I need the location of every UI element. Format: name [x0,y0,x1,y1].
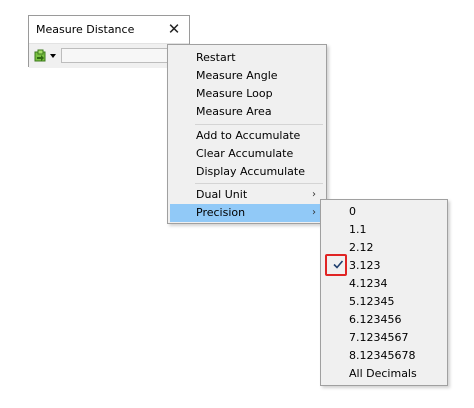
precision-option-label: 0 [349,205,356,218]
selection-highlight-frame [325,254,347,276]
menu-item-label: Precision [196,206,246,219]
precision-submenu: 0 1.1 2.12 3.123 4.1234 5.12345 6.123456… [320,199,448,386]
menu-item-measure-angle[interactable]: Measure Angle [170,67,324,85]
precision-option-8[interactable]: 8.12345678 [323,347,445,365]
menu-item-add-to-accumulate[interactable]: Add to Accumulate [170,127,324,145]
precision-option-label: 5.12345 [349,295,395,308]
precision-option-label: 7.1234567 [349,331,409,344]
precision-option-label: 4.1234 [349,277,388,290]
precision-option-label: All Decimals [349,367,417,380]
precision-option-5[interactable]: 5.12345 [323,293,445,311]
menu-separator [195,183,323,184]
menu-item-label: Dual Unit [196,188,248,201]
menu-item-display-accumulate[interactable]: Display Accumulate [170,163,324,181]
precision-option-7[interactable]: 7.1234567 [323,329,445,347]
precision-option-label: 8.12345678 [349,349,416,362]
menu-item-precision[interactable]: Precision › [170,204,324,222]
menu-item-label: Measure Loop [196,87,273,100]
menu-item-label: Restart [196,51,236,64]
chevron-right-icon: › [312,207,316,218]
precision-option-label: 3.123 [349,259,381,272]
menu-item-dual-unit[interactable]: Dual Unit › [170,186,324,204]
precision-option-all-decimals[interactable]: All Decimals [323,365,445,383]
menu-separator [195,124,323,125]
precision-option-1[interactable]: 1.1 [323,221,445,239]
measure-distance-window: Measure Distance ✕ [28,15,190,68]
close-icon[interactable]: ✕ [165,18,183,40]
chevron-down-icon[interactable] [50,54,56,58]
menu-item-label: Measure Angle [196,69,278,82]
context-menu: Restart Measure Angle Measure Loop Measu… [167,44,327,224]
checkmark-icon [333,260,344,269]
menu-item-label: Clear Accumulate [196,147,294,160]
precision-option-0[interactable]: 0 [323,203,445,221]
chevron-right-icon: › [312,189,316,200]
precision-option-3[interactable]: 3.123 [323,254,445,276]
window-title: Measure Distance [36,23,135,36]
precision-option-label: 6.123456 [349,313,402,326]
menu-item-measure-loop[interactable]: Measure Loop [170,85,324,103]
precision-option-label: 1.1 [349,223,367,236]
measure-tool-dropdown-button[interactable] [32,47,58,65]
menu-item-label: Display Accumulate [196,165,306,178]
menu-item-restart[interactable]: Restart [170,49,324,67]
measure-tool-icon [34,49,46,62]
precision-option-6[interactable]: 6.123456 [323,311,445,329]
precision-option-4[interactable]: 4.1234 [323,275,445,293]
menu-item-label: Add to Accumulate [196,129,301,142]
menu-item-label: Measure Area [196,105,272,118]
window-toolbar [29,43,190,68]
menu-item-measure-area[interactable]: Measure Area [170,103,324,121]
precision-option-label: 2.12 [349,241,374,254]
menu-item-clear-accumulate[interactable]: Clear Accumulate [170,145,324,163]
